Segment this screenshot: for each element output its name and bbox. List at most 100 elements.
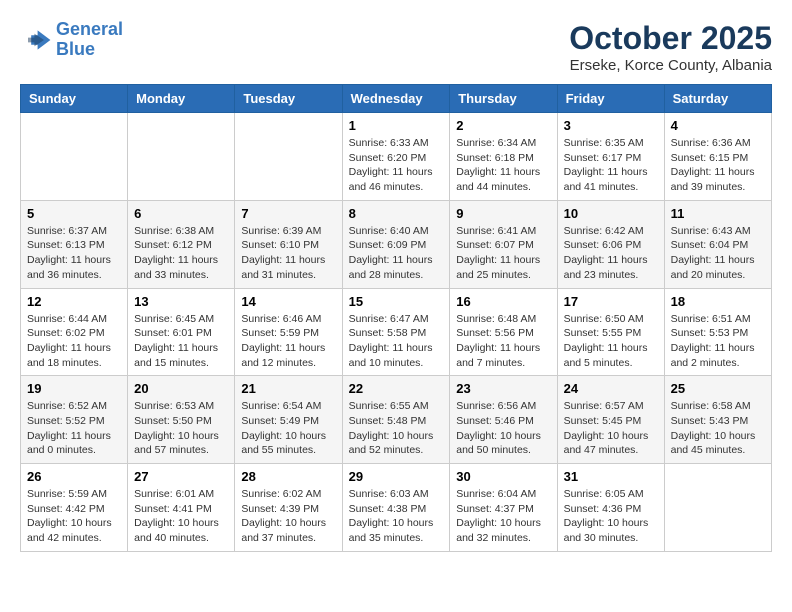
day-number: 23 bbox=[456, 381, 550, 396]
day-number: 9 bbox=[456, 206, 550, 221]
calendar-day-cell: 27Sunrise: 6:01 AMSunset: 4:41 PMDayligh… bbox=[128, 464, 235, 552]
day-info: Sunrise: 6:39 AMSunset: 6:10 PMDaylight:… bbox=[241, 224, 335, 283]
calendar-day-cell: 9 Sunrise: 6:41 AMSunset: 6:07 PMDaylight… bbox=[450, 200, 557, 288]
calendar-day-cell: 8 Sunrise: 6:40 AMSunset: 6:09 PMDaylight… bbox=[342, 200, 450, 288]
day-number: 29 bbox=[349, 469, 444, 484]
day-info: Sunrise: 6:55 AMSunset: 5:48 PMDaylight:… bbox=[349, 399, 444, 458]
calendar-day-cell: 2 Sunrise: 6:34 AMSunset: 6:18 PMDaylight… bbox=[450, 113, 557, 201]
calendar-day-cell: 14Sunrise: 6:46 AMSunset: 5:59 PMDayligh… bbox=[235, 288, 342, 376]
day-number: 10 bbox=[564, 206, 658, 221]
calendar-day-cell: 13Sunrise: 6:45 AMSunset: 6:01 PMDayligh… bbox=[128, 288, 235, 376]
day-number: 30 bbox=[456, 469, 550, 484]
day-info: Sunrise: 6:57 AMSunset: 5:45 PMDaylight:… bbox=[564, 399, 658, 458]
day-number: 12 bbox=[27, 294, 121, 309]
empty-day-cell bbox=[21, 113, 128, 201]
calendar-day-cell: 29 Sunrise: 6:03 AMSunset: 4:38 PMDayligh… bbox=[342, 464, 450, 552]
calendar-day-cell: 7 Sunrise: 6:39 AMSunset: 6:10 PMDaylight… bbox=[235, 200, 342, 288]
calendar-day-cell: 18Sunrise: 6:51 AMSunset: 5:53 PMDayligh… bbox=[664, 288, 771, 376]
calendar-day-cell: 28Sunrise: 6:02 AMSunset: 4:39 PMDayligh… bbox=[235, 464, 342, 552]
day-info: Sunrise: 6:04 AMSunset: 4:37 PMDaylight:… bbox=[456, 487, 550, 546]
calendar-table: SundayMondayTuesdayWednesdayThursdayFrid… bbox=[20, 84, 772, 552]
day-number: 16 bbox=[456, 294, 550, 309]
day-info: Sunrise: 6:03 AMSunset: 4:38 PMDaylight:… bbox=[349, 487, 444, 546]
day-info: Sunrise: 6:53 AMSunset: 5:50 PMDaylight:… bbox=[134, 399, 228, 458]
day-info: Sunrise: 6:58 AMSunset: 5:43 PMDaylight:… bbox=[671, 399, 765, 458]
day-info: Sunrise: 5:59 AMSunset: 4:42 PMDaylight:… bbox=[27, 487, 121, 546]
weekday-header: Saturday bbox=[664, 85, 771, 113]
calendar-day-cell: 23 Sunrise: 6:56 AMSunset: 5:46 PMDayligh… bbox=[450, 376, 557, 464]
day-number: 19 bbox=[27, 381, 121, 396]
day-info: Sunrise: 6:33 AMSunset: 6:20 PMDaylight:… bbox=[349, 136, 444, 195]
calendar-week-row: 5 Sunrise: 6:37 AMSunset: 6:13 PMDaylight… bbox=[21, 200, 772, 288]
location-subtitle: Erseke, Korce County, Albania bbox=[569, 57, 772, 74]
day-info: Sunrise: 6:47 AMSunset: 5:58 PMDaylight:… bbox=[349, 312, 444, 371]
calendar-day-cell: 19 Sunrise: 6:52 AMSunset: 5:52 PMDayligh… bbox=[21, 376, 128, 464]
day-number: 11 bbox=[671, 206, 765, 221]
calendar-header-row: SundayMondayTuesdayWednesdayThursdayFrid… bbox=[21, 85, 772, 113]
page-header: General Blue October 2025 Erseke, Korce … bbox=[20, 20, 772, 74]
weekday-header: Wednesday bbox=[342, 85, 450, 113]
day-number: 28 bbox=[241, 469, 335, 484]
weekday-header: Thursday bbox=[450, 85, 557, 113]
calendar-day-cell: 22 Sunrise: 6:55 AMSunset: 5:48 PMDayligh… bbox=[342, 376, 450, 464]
calendar-day-cell: 1 Sunrise: 6:33 AMSunset: 6:20 PMDaylight… bbox=[342, 113, 450, 201]
calendar-day-cell: 26 Sunrise: 5:59 AMSunset: 4:42 PMDayligh… bbox=[21, 464, 128, 552]
day-info: Sunrise: 6:34 AMSunset: 6:18 PMDaylight:… bbox=[456, 136, 550, 195]
calendar-week-row: 19 Sunrise: 6:52 AMSunset: 5:52 PMDayligh… bbox=[21, 376, 772, 464]
day-number: 22 bbox=[349, 381, 444, 396]
day-number: 24 bbox=[564, 381, 658, 396]
day-number: 2 bbox=[456, 118, 550, 133]
weekday-header: Sunday bbox=[21, 85, 128, 113]
calendar-day-cell: 10 Sunrise: 6:42 AMSunset: 6:06 PMDayligh… bbox=[557, 200, 664, 288]
logo-text: General Blue bbox=[56, 20, 123, 60]
calendar-day-cell: 3Sunrise: 6:35 AMSunset: 6:17 PMDaylight… bbox=[557, 113, 664, 201]
day-number: 1 bbox=[349, 118, 444, 133]
day-number: 15 bbox=[349, 294, 444, 309]
day-info: Sunrise: 6:52 AMSunset: 5:52 PMDaylight:… bbox=[27, 399, 121, 458]
empty-day-cell bbox=[235, 113, 342, 201]
day-info: Sunrise: 6:50 AMSunset: 5:55 PMDaylight:… bbox=[564, 312, 658, 371]
day-info: Sunrise: 6:37 AMSunset: 6:13 PMDaylight:… bbox=[27, 224, 121, 283]
title-area: October 2025 Erseke, Korce County, Alban… bbox=[569, 20, 772, 74]
calendar-day-cell: 16 Sunrise: 6:48 AMSunset: 5:56 PMDayligh… bbox=[450, 288, 557, 376]
calendar-day-cell: 30 Sunrise: 6:04 AMSunset: 4:37 PMDayligh… bbox=[450, 464, 557, 552]
day-info: Sunrise: 6:44 AMSunset: 6:02 PMDaylight:… bbox=[27, 312, 121, 371]
calendar-week-row: 26 Sunrise: 5:59 AMSunset: 4:42 PMDayligh… bbox=[21, 464, 772, 552]
day-number: 26 bbox=[27, 469, 121, 484]
day-info: Sunrise: 6:40 AMSunset: 6:09 PMDaylight:… bbox=[349, 224, 444, 283]
day-info: Sunrise: 6:41 AMSunset: 6:07 PMDaylight:… bbox=[456, 224, 550, 283]
day-number: 8 bbox=[349, 206, 444, 221]
calendar-day-cell: 5 Sunrise: 6:37 AMSunset: 6:13 PMDaylight… bbox=[21, 200, 128, 288]
day-number: 4 bbox=[671, 118, 765, 133]
day-number: 3 bbox=[564, 118, 658, 133]
day-number: 5 bbox=[27, 206, 121, 221]
calendar-day-cell: 24 Sunrise: 6:57 AMSunset: 5:45 PMDayligh… bbox=[557, 376, 664, 464]
month-title: October 2025 bbox=[569, 20, 772, 57]
calendar-day-cell: 12 Sunrise: 6:44 AMSunset: 6:02 PMDayligh… bbox=[21, 288, 128, 376]
day-info: Sunrise: 6:01 AMSunset: 4:41 PMDaylight:… bbox=[134, 487, 228, 546]
calendar-day-cell: 31Sunrise: 6:05 AMSunset: 4:36 PMDayligh… bbox=[557, 464, 664, 552]
day-info: Sunrise: 6:48 AMSunset: 5:56 PMDaylight:… bbox=[456, 312, 550, 371]
day-info: Sunrise: 6:43 AMSunset: 6:04 PMDaylight:… bbox=[671, 224, 765, 283]
day-info: Sunrise: 6:51 AMSunset: 5:53 PMDaylight:… bbox=[671, 312, 765, 371]
empty-day-cell bbox=[128, 113, 235, 201]
day-number: 31 bbox=[564, 469, 658, 484]
logo-line2: Blue bbox=[56, 39, 95, 59]
weekday-header: Monday bbox=[128, 85, 235, 113]
weekday-header: Friday bbox=[557, 85, 664, 113]
calendar-day-cell: 21Sunrise: 6:54 AMSunset: 5:49 PMDayligh… bbox=[235, 376, 342, 464]
calendar-week-row: 12 Sunrise: 6:44 AMSunset: 6:02 PMDayligh… bbox=[21, 288, 772, 376]
day-info: Sunrise: 6:42 AMSunset: 6:06 PMDaylight:… bbox=[564, 224, 658, 283]
calendar-day-cell: 17Sunrise: 6:50 AMSunset: 5:55 PMDayligh… bbox=[557, 288, 664, 376]
day-number: 6 bbox=[134, 206, 228, 221]
empty-day-cell bbox=[664, 464, 771, 552]
day-number: 25 bbox=[671, 381, 765, 396]
day-number: 7 bbox=[241, 206, 335, 221]
day-info: Sunrise: 6:56 AMSunset: 5:46 PMDaylight:… bbox=[456, 399, 550, 458]
calendar-day-cell: 4Sunrise: 6:36 AMSunset: 6:15 PMDaylight… bbox=[664, 113, 771, 201]
calendar-day-cell: 15 Sunrise: 6:47 AMSunset: 5:58 PMDayligh… bbox=[342, 288, 450, 376]
day-info: Sunrise: 6:54 AMSunset: 5:49 PMDaylight:… bbox=[241, 399, 335, 458]
calendar-day-cell: 20Sunrise: 6:53 AMSunset: 5:50 PMDayligh… bbox=[128, 376, 235, 464]
day-info: Sunrise: 6:38 AMSunset: 6:12 PMDaylight:… bbox=[134, 224, 228, 283]
logo-icon bbox=[20, 24, 52, 56]
